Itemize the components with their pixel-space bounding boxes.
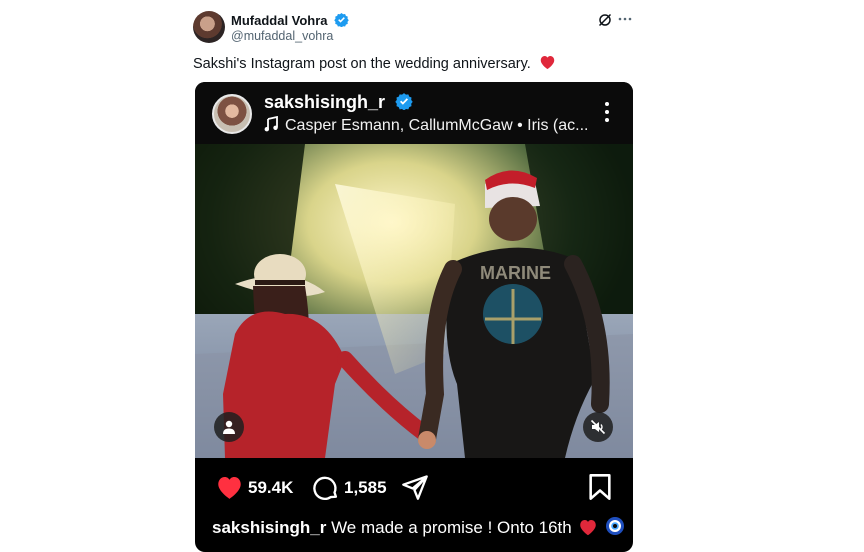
verified-badge-icon <box>395 93 413 110</box>
verified-badge-icon <box>334 12 349 27</box>
comment-count: 1,585 <box>344 478 387 497</box>
instagram-username[interactable]: sakshisingh_r <box>264 92 385 112</box>
instagram-header: sakshisingh_r Casper Esmann, CallumMcGaw… <box>195 82 633 144</box>
author-name[interactable]: Mufaddal Vohra <box>231 13 328 28</box>
music-text: Casper Esmann, CallumMcGaw • Iris (ac... <box>285 117 589 134</box>
more-options-vertical-icon[interactable] <box>605 102 609 124</box>
share-send-icon[interactable] <box>401 474 429 500</box>
red-heart-emoji-icon <box>580 520 597 536</box>
music-note-icon <box>264 116 278 132</box>
caption-text: We made a promise ! Onto 16th <box>331 518 572 537</box>
music-info[interactable]: Casper Esmann, CallumMcGaw • Iris (ac... <box>264 116 588 135</box>
instagram-post-card[interactable]: sakshisingh_r Casper Esmann, CallumMcGaw… <box>195 82 633 552</box>
tagged-users-icon[interactable] <box>214 412 244 442</box>
post-caption: sakshisingh_r We made a promise ! Onto 1… <box>212 516 625 538</box>
more-options-icon[interactable] <box>617 11 633 27</box>
nazar-amulet-icon <box>606 517 625 535</box>
author-name-row[interactable]: Mufaddal Vohra <box>231 12 349 28</box>
red-heart-emoji-icon <box>540 55 555 70</box>
shirt-print-text: MARINE <box>480 263 551 283</box>
caption-username[interactable]: sakshisingh_r <box>212 518 326 537</box>
bookmark-icon[interactable] <box>588 473 612 501</box>
instagram-username-row[interactable]: sakshisingh_r <box>264 92 413 113</box>
author-handle[interactable]: @mufaddal_vohra <box>231 29 333 43</box>
heart-filled-icon[interactable] <box>215 474 244 500</box>
like-count: 59.4K <box>248 478 294 497</box>
instagram-avatar[interactable] <box>212 94 252 134</box>
tweet-text: Sakshi's Instagram post on the wedding a… <box>193 54 556 72</box>
post-photo-illustration: MARINE <box>195 144 633 458</box>
tweet-header: Mufaddal Vohra @mufaddal_vohra <box>193 11 633 45</box>
comment-icon[interactable] <box>312 474 340 502</box>
instagram-actions-bar: 59.4K 1,585 <box>195 458 633 518</box>
muted-speaker-icon[interactable] <box>583 412 613 442</box>
author-avatar[interactable] <box>193 11 225 43</box>
post-photo[interactable]: MARINE <box>195 144 633 458</box>
tweet-body: Sakshi's Instagram post on the wedding a… <box>193 56 531 72</box>
grok-icon[interactable] <box>597 12 613 28</box>
